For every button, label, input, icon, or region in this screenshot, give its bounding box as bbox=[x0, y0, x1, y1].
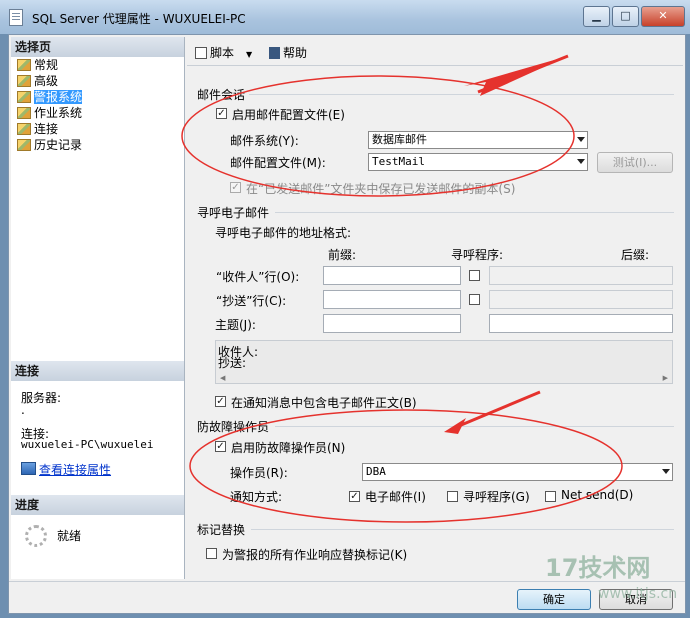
notify-email-label: 电子邮件(I) bbox=[365, 490, 426, 504]
subject-label: 主题(J): bbox=[215, 318, 256, 332]
help-icon bbox=[269, 47, 280, 59]
notify-method-label: 通知方式: bbox=[230, 490, 283, 504]
page-item-connection[interactable]: 连接 bbox=[17, 121, 58, 137]
replace-tokens-checkbox[interactable] bbox=[206, 548, 217, 559]
mail-system-select[interactable]: 数据库邮件 bbox=[368, 131, 588, 149]
cc-suffix-input[interactable] bbox=[489, 290, 673, 309]
server-label: 服务器: bbox=[21, 391, 62, 405]
progress-status: 就绪 bbox=[57, 529, 82, 543]
subject-prefix-input[interactable] bbox=[323, 314, 461, 333]
save-copy-label: 在“已发送邮件”文件夹中保存已发送邮件的副本(S) bbox=[246, 182, 516, 196]
script-button[interactable]: 脚本 ▼ bbox=[195, 44, 252, 61]
main-pane: 邮件会话 ✓ 启用邮件配置文件(E) 邮件系统(Y): 数据库邮件 邮件配置文件… bbox=[187, 65, 683, 580]
ok-button[interactable]: 确定 bbox=[517, 589, 591, 610]
pager-preview-box: 收件人: 抄送: ◀ ▶ bbox=[215, 340, 673, 384]
to-pager-checkbox[interactable] bbox=[469, 270, 480, 281]
pager-column-header: 寻呼程序: bbox=[451, 248, 504, 262]
cc-line-label: “抄送”行(C): bbox=[216, 294, 287, 308]
group-line bbox=[251, 529, 674, 530]
toolbar: 脚本 ▼ 帮助 bbox=[187, 37, 683, 63]
test-button[interactable]: 测试(I)... bbox=[597, 152, 673, 173]
notify-pager-label: 寻呼程序(G) bbox=[463, 490, 530, 504]
group-line bbox=[249, 94, 674, 95]
select-page-header: 选择页 bbox=[11, 37, 184, 57]
token-replace-section: 标记替换 bbox=[197, 523, 246, 537]
group-line bbox=[275, 426, 674, 427]
notify-email-checkbox[interactable]: ✓ bbox=[349, 491, 360, 502]
dialog-client: 选择页 常规 高级 警报系统 作业系统 连接 历史记录 连接 服务器: . 连接… bbox=[8, 34, 686, 614]
page-icon bbox=[17, 59, 31, 71]
subject-suffix-input[interactable] bbox=[489, 314, 673, 333]
title-bar: SQL Server 代理属性 - WUXUELEI-PC ▁ □ ✕ bbox=[0, 0, 690, 34]
minimize-button[interactable]: ▁ bbox=[583, 6, 610, 27]
left-pane: 选择页 常规 高级 警报系统 作业系统 连接 历史记录 连接 服务器: . 连接… bbox=[11, 37, 185, 579]
prefix-column-header: 前缀: bbox=[328, 248, 357, 262]
operator-label: 操作员(R): bbox=[230, 466, 288, 480]
enable-mail-profile-checkbox[interactable]: ✓ bbox=[216, 108, 227, 119]
save-copy-checkbox[interactable]: ✓ bbox=[230, 182, 241, 193]
include-body-label: 在通知消息中包含电子邮件正文(B) bbox=[231, 396, 417, 410]
progress-spinner-icon bbox=[25, 525, 47, 547]
operator-select[interactable]: DBA bbox=[362, 463, 673, 481]
suffix-column-header: 后缀: bbox=[621, 248, 650, 262]
page-icon bbox=[17, 123, 31, 135]
mail-system-label: 邮件系统(Y): bbox=[230, 134, 299, 148]
pager-format-label: 寻呼电子邮件的地址格式: bbox=[215, 226, 352, 240]
page-icon bbox=[17, 139, 31, 151]
close-button[interactable]: ✕ bbox=[641, 6, 685, 27]
to-suffix-input[interactable] bbox=[489, 266, 673, 285]
cc-prefix-input[interactable] bbox=[323, 290, 461, 309]
watermark-site: www.itjs.cn bbox=[598, 586, 678, 602]
chevron-down-icon bbox=[577, 159, 585, 164]
cc-pager-checkbox[interactable] bbox=[469, 294, 480, 305]
script-icon bbox=[195, 47, 207, 59]
scroll-left-icon[interactable]: ◀ bbox=[220, 374, 225, 382]
enable-failsafe-label: 启用防故障操作员(N) bbox=[231, 441, 346, 455]
connection-value: wuxuelei-PC\wuxuelei bbox=[21, 438, 154, 451]
page-item-advanced[interactable]: 高级 bbox=[17, 73, 58, 89]
to-prefix-input[interactable] bbox=[323, 266, 461, 285]
enable-mail-profile-label: 启用邮件配置文件(E) bbox=[232, 108, 345, 122]
server-value: . bbox=[21, 403, 25, 417]
view-connection-properties[interactable]: 查看连接属性 bbox=[21, 461, 111, 478]
page-item-history[interactable]: 历史记录 bbox=[17, 137, 82, 153]
preview-cc-label: 抄送: bbox=[218, 356, 247, 370]
page-icon bbox=[17, 75, 31, 87]
pager-email-section: 寻呼电子邮件 bbox=[197, 206, 270, 220]
help-button[interactable]: 帮助 bbox=[269, 44, 307, 61]
chevron-down-icon bbox=[662, 469, 670, 474]
notify-netsend-checkbox[interactable] bbox=[545, 491, 556, 502]
window-icon bbox=[9, 9, 23, 26]
page-item-job-system[interactable]: 作业系统 bbox=[17, 105, 82, 121]
page-item-alert-system[interactable]: 警报系统 bbox=[17, 89, 83, 105]
progress-header: 进度 bbox=[11, 495, 184, 515]
connection-header: 连接 bbox=[11, 361, 184, 381]
mail-session-section: 邮件会话 bbox=[197, 88, 246, 102]
page-icon bbox=[17, 107, 31, 119]
to-line-label: “收件人”行(O): bbox=[216, 270, 300, 284]
enable-failsafe-checkbox[interactable]: ✓ bbox=[215, 441, 226, 452]
mail-profile-label: 邮件配置文件(M): bbox=[230, 156, 326, 170]
notify-netsend-label: Net send(D) bbox=[561, 488, 634, 502]
window-title: SQL Server 代理属性 - WUXUELEI-PC bbox=[32, 12, 246, 26]
include-body-checkbox[interactable]: ✓ bbox=[215, 396, 226, 407]
mail-profile-select[interactable]: TestMail bbox=[368, 153, 588, 171]
replace-tokens-label: 为警报的所有作业响应替换标记(K) bbox=[222, 548, 408, 562]
failsafe-section: 防故障操作员 bbox=[197, 420, 270, 434]
page-item-general[interactable]: 常规 bbox=[17, 57, 58, 73]
notify-pager-checkbox[interactable] bbox=[447, 491, 458, 502]
watermark-brand: 17技术网 bbox=[545, 554, 651, 582]
chevron-down-icon[interactable]: ▼ bbox=[246, 50, 252, 59]
scroll-right-icon[interactable]: ▶ bbox=[663, 374, 668, 382]
maximize-button[interactable]: □ bbox=[612, 6, 639, 27]
properties-icon bbox=[21, 462, 36, 475]
group-line bbox=[275, 212, 674, 213]
page-icon bbox=[17, 91, 31, 103]
chevron-down-icon bbox=[577, 137, 585, 142]
